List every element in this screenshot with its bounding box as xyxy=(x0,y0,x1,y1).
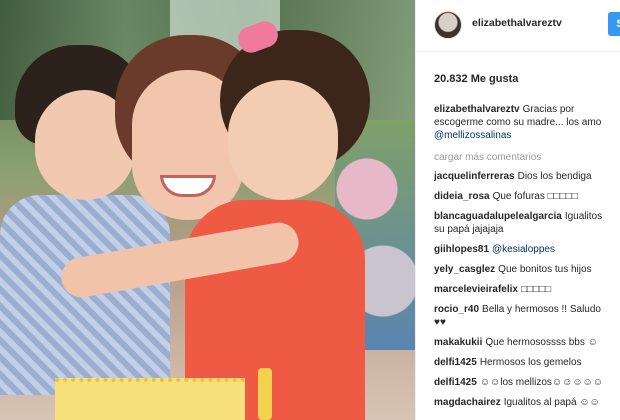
comment-username[interactable]: delfi1425 xyxy=(434,357,477,368)
comment-text: ☺☺los mellizos☺☺☺☺☺ xyxy=(479,377,603,388)
load-more-comments[interactable]: cargar más comentarios xyxy=(434,152,541,163)
comment-item: giihlopes81 @kesialoppes xyxy=(434,243,555,256)
comment-text: Igualitos xyxy=(564,211,603,222)
comment-mention[interactable]: @kesialoppes xyxy=(492,244,555,255)
comment-text: su papá jajajaja xyxy=(434,224,504,235)
caption-text-line2: escogerme como su madre... los amo xyxy=(434,117,602,128)
caption: elizabethalvareztv Gracias por xyxy=(434,103,574,116)
comment-text: Igualitos al papá ☺☺ xyxy=(503,397,600,408)
comment-item: yely_casglez Que bonitos tus hijos xyxy=(434,263,592,276)
comment-item: delfi1425 ☺☺los mellizos☺☺☺☺☺ xyxy=(434,376,603,389)
comment-item: rocio_r40 Bella y hermosos !! Saludo xyxy=(434,303,601,316)
comment-username[interactable]: marcelevieirafelix xyxy=(434,284,518,295)
comment-username[interactable]: delfi1425 xyxy=(434,377,477,388)
post-header: elizabethalvareztv S xyxy=(416,0,620,52)
caption-username[interactable]: elizabethalvareztv xyxy=(434,104,520,115)
likes-count[interactable]: 20.832 Me gusta xyxy=(434,73,518,85)
comment-item: blancaguadalupelealgarcia Igualitos xyxy=(434,210,602,223)
comment-username[interactable]: rocio_r40 xyxy=(434,304,479,315)
girl-face xyxy=(228,80,338,200)
comment-username[interactable]: dideia_rosa xyxy=(434,191,490,202)
caption-mention[interactable]: @mellizossalinas xyxy=(434,130,511,141)
header-username[interactable]: elizabethalvareztv xyxy=(472,17,562,29)
comment-item-continued: ♥♥ xyxy=(434,316,446,329)
comment-item: jacquelinferreras Dios los bendiga xyxy=(434,170,592,183)
comment-username[interactable]: blancaguadalupelealgarcia xyxy=(434,211,562,222)
comment-text: □□□□□ xyxy=(520,284,552,295)
post-sidebar: elizabethalvareztv S 20.832 Me gusta eli… xyxy=(415,0,620,420)
comment-username[interactable]: giihlopes81 xyxy=(434,244,489,255)
comment-text: Que hermosossss bbs ☺ xyxy=(485,337,598,348)
comment-text: Que fofuras □□□□□ xyxy=(492,191,578,202)
comment-item-continued: su papá jajajaja xyxy=(434,223,504,236)
comment-text: Que bonitos tus hijos xyxy=(498,264,592,275)
follow-button[interactable]: S xyxy=(608,12,620,36)
caption-line3: @mellizossalinas xyxy=(434,129,511,142)
candle xyxy=(258,368,272,420)
comment-item: magdachairez Igualitos al papá ☺☺ xyxy=(434,396,600,409)
comment-text: Bella y hermosos !! Saludo xyxy=(482,304,601,315)
comment-username[interactable]: magdachairez xyxy=(434,397,501,408)
comment-item: delfi1425 Hermosos los gemelos xyxy=(434,356,582,369)
comment-username[interactable]: makakukii xyxy=(434,337,482,348)
avatar[interactable] xyxy=(434,11,462,39)
comment-username[interactable]: jacquelinferreras xyxy=(434,171,515,182)
comment-username[interactable]: yely_casglez xyxy=(434,264,495,275)
caption-line2: escogerme como su madre... los amo xyxy=(434,116,601,129)
post-photo xyxy=(0,0,415,420)
caption-text-line1: Gracias por xyxy=(522,104,575,115)
comment-text: ♥♥ xyxy=(434,317,446,328)
comment-text: Dios los bendiga xyxy=(517,171,592,182)
birthday-cake xyxy=(55,378,245,420)
comment-text: Hermosos los gemelos xyxy=(479,357,582,368)
comment-item: makakukii Que hermosossss bbs ☺ xyxy=(434,336,598,349)
comment-item: dideia_rosa Que fofuras □□□□□ xyxy=(434,190,578,203)
comment-item: marcelevieirafelix □□□□□ xyxy=(434,283,551,296)
